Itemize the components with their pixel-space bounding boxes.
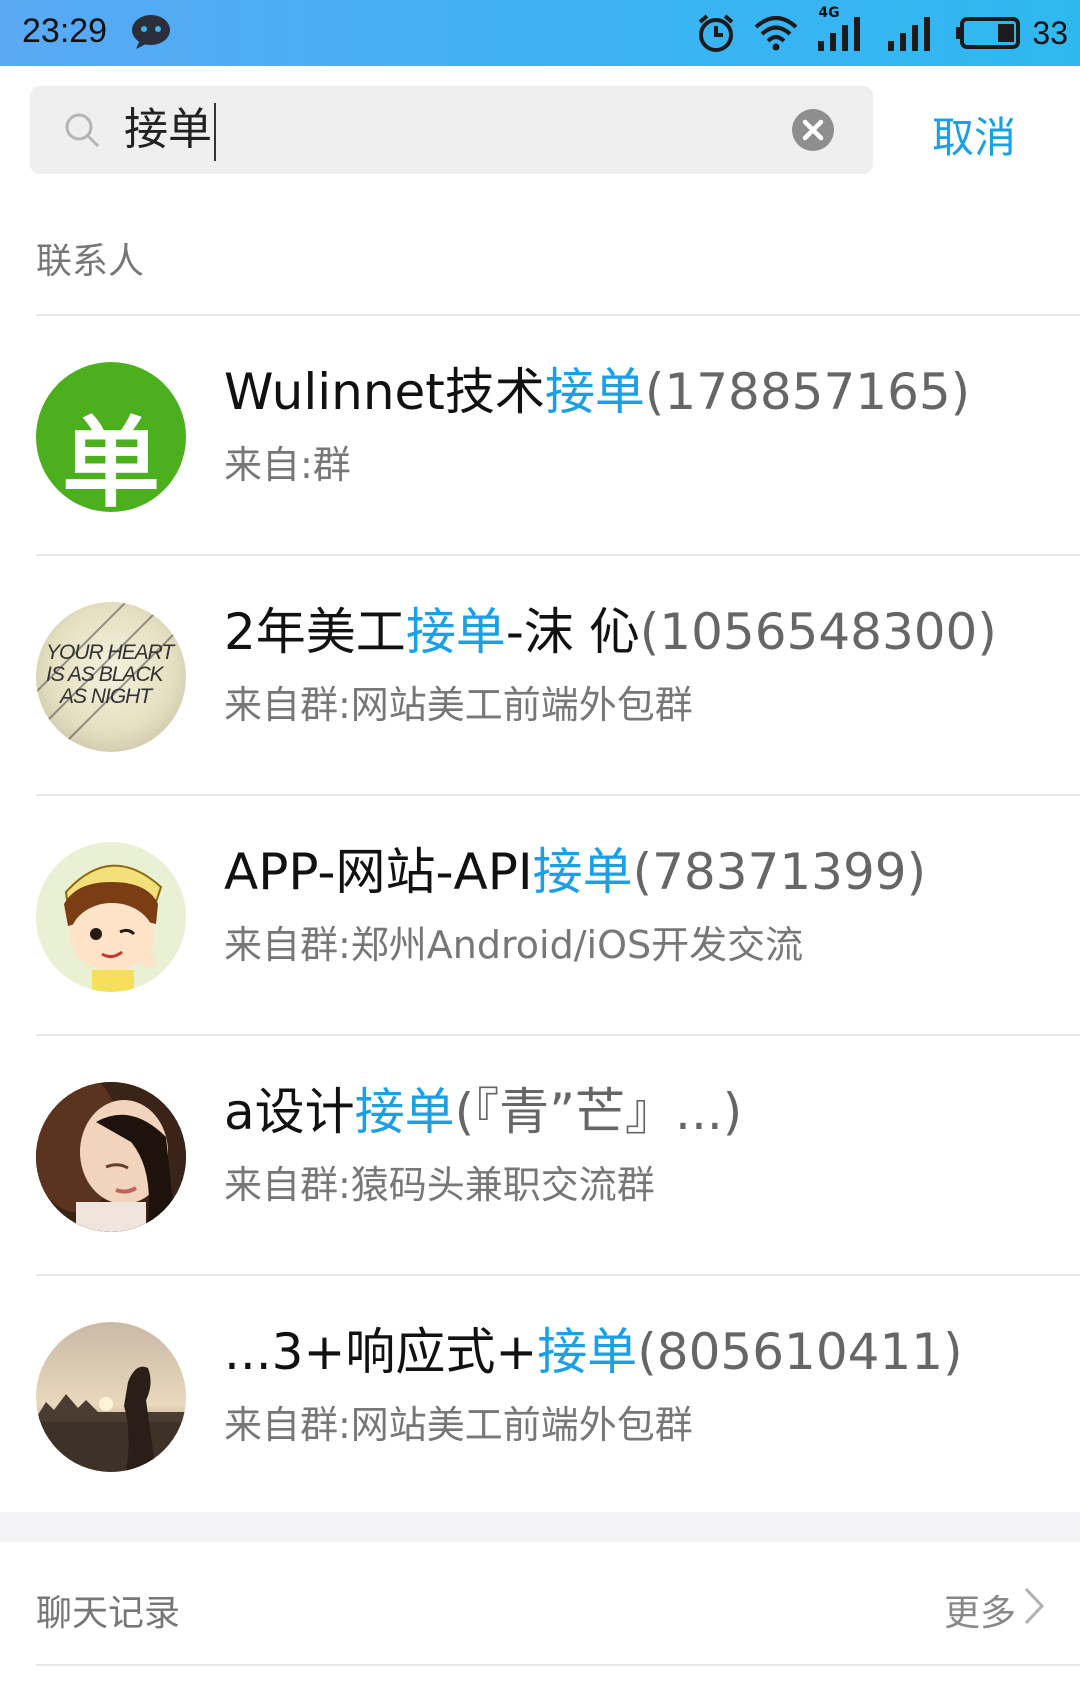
sunset-photo-icon: [36, 1322, 186, 1472]
signal-icon: [886, 13, 938, 53]
avatar-text-line: AS NIGHT: [60, 685, 152, 708]
contact-source: 来自群:猿码头兼职交流群: [224, 1163, 655, 1207]
contact-name: a设计接单(『青”芒』...): [224, 1083, 743, 1141]
wifi-icon: [754, 15, 798, 51]
contact-name: Wulinnet技术接单(178857165): [224, 363, 971, 421]
network-type-label: 4G: [818, 5, 840, 21]
status-icons: 4G 33: [696, 5, 1068, 56]
status-bar: 23:29 4G 33: [0, 0, 1080, 66]
battery-percent: 33: [1032, 14, 1068, 51]
search-input[interactable]: 接单: [30, 86, 873, 174]
contact-item[interactable]: ...3+响应式+接单(805610411) 来自群:网站美工前端外包群: [0, 1276, 1080, 1514]
contact-name: 2年美工接单-沫 伈(1056548300): [224, 603, 997, 661]
battery-icon: [956, 16, 1022, 50]
search-icon: [62, 110, 102, 154]
avatar-char: 单: [61, 407, 160, 512]
section-title-contacts: 联系人: [36, 241, 145, 282]
more-label: 更多: [943, 1593, 1016, 1634]
avatar-text-line: YOUR HEART: [46, 641, 174, 664]
more-button[interactable]: 更多: [944, 1584, 1046, 1636]
cancel-button[interactable]: 取消: [932, 104, 1016, 165]
avatar: YOUR HEART IS AS BLACK AS NIGHT: [36, 602, 186, 752]
avatar: [36, 1082, 186, 1232]
avatar: [36, 842, 186, 992]
clear-search-icon[interactable]: [791, 108, 835, 156]
cartoon-boy-icon: [36, 842, 186, 992]
avatar: [36, 1322, 186, 1472]
section-separator: [0, 1512, 1080, 1542]
alarm-icon: [696, 13, 736, 53]
contact-source: 来自群:网站美工前端外包群: [224, 1403, 693, 1447]
chevron-right-icon: [1022, 1585, 1046, 1636]
chat-notification-icon: [130, 14, 172, 49]
contact-source: 来自:群: [224, 443, 351, 487]
contact-name: APP-网站-API接单(78371399): [224, 843, 927, 901]
section-title-chat-history: 聊天记录: [36, 1593, 181, 1634]
status-time: 23:29: [22, 12, 108, 50]
search-query: 接单: [124, 102, 216, 161]
avatar: 单: [36, 362, 186, 512]
contact-item[interactable]: 单 Wulinnet技术接单(178857165) 来自:群: [0, 316, 1080, 554]
portrait-photo-icon: [36, 1082, 186, 1232]
contact-item[interactable]: YOUR HEART IS AS BLACK AS NIGHT 2年美工接单-沫…: [0, 556, 1080, 794]
contact-name: ...3+响应式+接单(805610411): [224, 1323, 963, 1381]
avatar-text-line: IS AS BLACK: [46, 663, 164, 686]
contact-source: 来自群:网站美工前端外包群: [224, 683, 693, 727]
contact-source: 来自群:郑州Android/iOS开发交流: [224, 923, 804, 967]
divider: [36, 1664, 1080, 1666]
contact-item[interactable]: a设计接单(『青”芒』...) 来自群:猿码头兼职交流群: [0, 1036, 1080, 1274]
signal-4g-icon: 4G: [816, 5, 868, 53]
contact-item[interactable]: APP-网站-API接单(78371399) 来自群:郑州Android/iOS…: [0, 796, 1080, 1034]
